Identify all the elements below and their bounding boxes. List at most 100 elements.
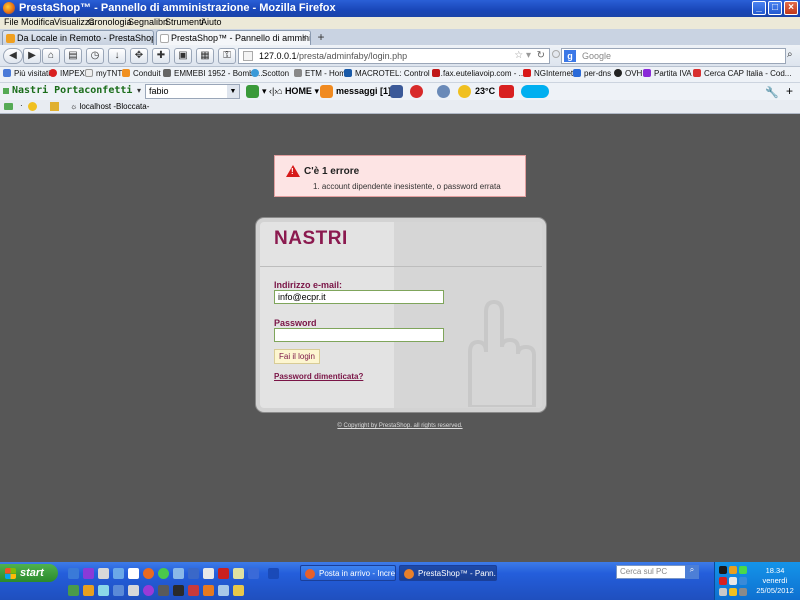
forward-button[interactable]: ▶ — [23, 48, 41, 64]
minimize-button[interactable]: _ — [752, 1, 766, 15]
bookmark-item[interactable]: Conduit — [122, 69, 161, 78]
app-icon[interactable] — [83, 585, 94, 596]
play-video-icon[interactable] — [499, 85, 514, 98]
folder-icon[interactable] — [50, 102, 59, 111]
app-icon[interactable] — [113, 568, 124, 579]
bookmark-item[interactable]: EMMEBI 1952 - Bombo... — [163, 69, 265, 78]
download-icon[interactable]: ↓ — [108, 48, 126, 64]
add-icon[interactable]: + — [786, 84, 793, 98]
bookmark-item[interactable]: ETM - Home — [294, 69, 350, 78]
app-icon[interactable] — [203, 585, 214, 596]
tab-admin-panel[interactable]: PrestaShop™ - Pannello di amministrazion… — [156, 30, 311, 45]
clock[interactable]: 18.34 venerdì 25/05/2012 — [750, 566, 800, 596]
notification-icon[interactable] — [410, 85, 423, 98]
app-icon[interactable] — [83, 568, 94, 579]
home-icon[interactable]: ⌂ — [42, 48, 60, 64]
tray-icon[interactable] — [729, 577, 737, 585]
menu-modifica[interactable]: Modifica — [21, 17, 55, 27]
localhost-status[interactable]: ☼ localhost -Bloccata- — [70, 102, 149, 111]
menu-file[interactable]: File — [4, 17, 19, 27]
app-icon[interactable] — [158, 568, 169, 579]
app-icon[interactable] — [113, 585, 124, 596]
chevron-down-icon[interactable]: ▼ — [227, 85, 239, 98]
tray-icon[interactable] — [729, 588, 737, 596]
bookmark-item[interactable]: myTNT — [85, 69, 122, 78]
new-tab-button[interactable]: + — [314, 31, 328, 44]
tray-icon[interactable] — [739, 588, 747, 596]
menu-segnalibri[interactable]: Segnalibri — [128, 17, 168, 27]
back-button[interactable]: ◀ — [3, 48, 23, 64]
facebook-icon[interactable] — [390, 85, 403, 98]
tray-icon[interactable] — [739, 566, 747, 574]
menu-icon[interactable] — [4, 103, 13, 110]
app-icon[interactable] — [128, 585, 139, 596]
password-field[interactable] — [274, 328, 444, 342]
app-icon[interactable] — [128, 568, 139, 579]
app-icon[interactable] — [218, 585, 229, 596]
history-icon[interactable]: ◷ — [86, 48, 104, 64]
bookmark-item[interactable]: Più visitati — [3, 69, 50, 78]
reload-icon[interactable]: ↻ — [537, 50, 545, 61]
app-icon[interactable] — [188, 568, 199, 579]
bookmark-item[interactable]: fax.euteliavoip.com - ... — [432, 69, 525, 78]
app-icon[interactable] — [158, 585, 169, 596]
temperature[interactable]: 23°C — [475, 86, 495, 96]
bookmark-item[interactable]: Scotton — [251, 69, 289, 78]
login-button[interactable]: Fai il login — [274, 349, 320, 364]
tray-icon[interactable] — [719, 577, 727, 585]
app-icon[interactable] — [248, 568, 259, 579]
close-button[interactable]: × — [784, 1, 798, 15]
calculator-icon[interactable]: ▦ — [196, 48, 214, 64]
addon-icon[interactable]: ✚ — [152, 48, 170, 64]
app-icon[interactable] — [268, 568, 279, 579]
app-icon[interactable] — [143, 585, 154, 596]
tray-icon[interactable] — [729, 566, 737, 574]
app-icon[interactable] — [173, 568, 184, 579]
start-button[interactable]: start — [0, 564, 58, 582]
app-icon[interactable] — [98, 568, 109, 579]
radio-icon[interactable] — [437, 85, 450, 98]
taskbar-search-input[interactable]: Cerca sul PC ⌕ — [616, 565, 699, 579]
highlight-icon[interactable]: ▾ ‹|› — [262, 86, 277, 97]
forgot-password-link[interactable]: Password dimenticata? — [274, 372, 363, 381]
url-bar[interactable]: 127.0.0.1/presta/adminfaby/login.php ☆ ▾… — [238, 48, 550, 64]
print-icon[interactable]: ▤ — [64, 48, 82, 64]
firefox-icon[interactable] — [143, 568, 154, 579]
toolbar-home[interactable]: ⌂ HOME ▾ — [277, 86, 319, 97]
filezilla-icon[interactable] — [218, 568, 229, 579]
taskbar-item-firefox[interactable]: PrestaShop™ - Pann... — [399, 565, 497, 581]
search-icon[interactable] — [246, 85, 259, 98]
app-icon[interactable] — [68, 585, 79, 596]
app-icon[interactable] — [173, 585, 184, 596]
bookmark-item[interactable]: per-dns — [573, 69, 611, 78]
search-go-icon[interactable]: ⌕ — [787, 49, 793, 60]
star-icon[interactable] — [28, 102, 37, 111]
menu-cronologia[interactable]: Cronologia — [88, 17, 132, 27]
tray-icon[interactable] — [739, 577, 747, 585]
app-icon[interactable] — [233, 585, 244, 596]
tray-icon[interactable] — [719, 588, 727, 596]
maximize-button[interactable]: □ — [768, 1, 782, 15]
bookmark-item[interactable]: Partita IVA — [643, 69, 692, 78]
toolbar-messages[interactable]: messaggi [1] — [336, 86, 391, 96]
stop-icon[interactable] — [552, 50, 560, 58]
app-icon[interactable] — [98, 585, 109, 596]
app-icon[interactable] — [203, 568, 214, 579]
ie-icon[interactable] — [68, 568, 79, 579]
skype-icon[interactable] — [521, 85, 549, 98]
search-icon[interactable]: ⌕ — [685, 565, 699, 579]
tab-close-icon[interactable]: × — [302, 32, 307, 42]
bookmark-item[interactable]: IMPEX — [49, 69, 85, 78]
fullscreen-icon[interactable]: ✥ — [130, 48, 148, 64]
app-icon[interactable] — [188, 585, 199, 596]
brand-dropdown-icon[interactable]: ▾ — [137, 86, 141, 95]
screenshot-icon[interactable]: ▣ — [174, 48, 192, 64]
bookmark-item[interactable]: Cerca CAP Italia - Cod... — [693, 69, 791, 78]
search-bar[interactable]: g Google — [561, 48, 786, 64]
key-icon[interactable]: ⚿ — [218, 48, 236, 64]
menu-strumenti[interactable]: Strumenti — [165, 17, 204, 27]
toolbar-search-select[interactable]: fabio ▼ — [145, 84, 240, 99]
bookmark-star-icon[interactable]: ☆ ▾ — [514, 50, 531, 61]
tray-icon[interactable] — [719, 566, 727, 574]
taskbar-item-mail[interactable]: Posta in arrivo - Incre... — [300, 565, 396, 581]
